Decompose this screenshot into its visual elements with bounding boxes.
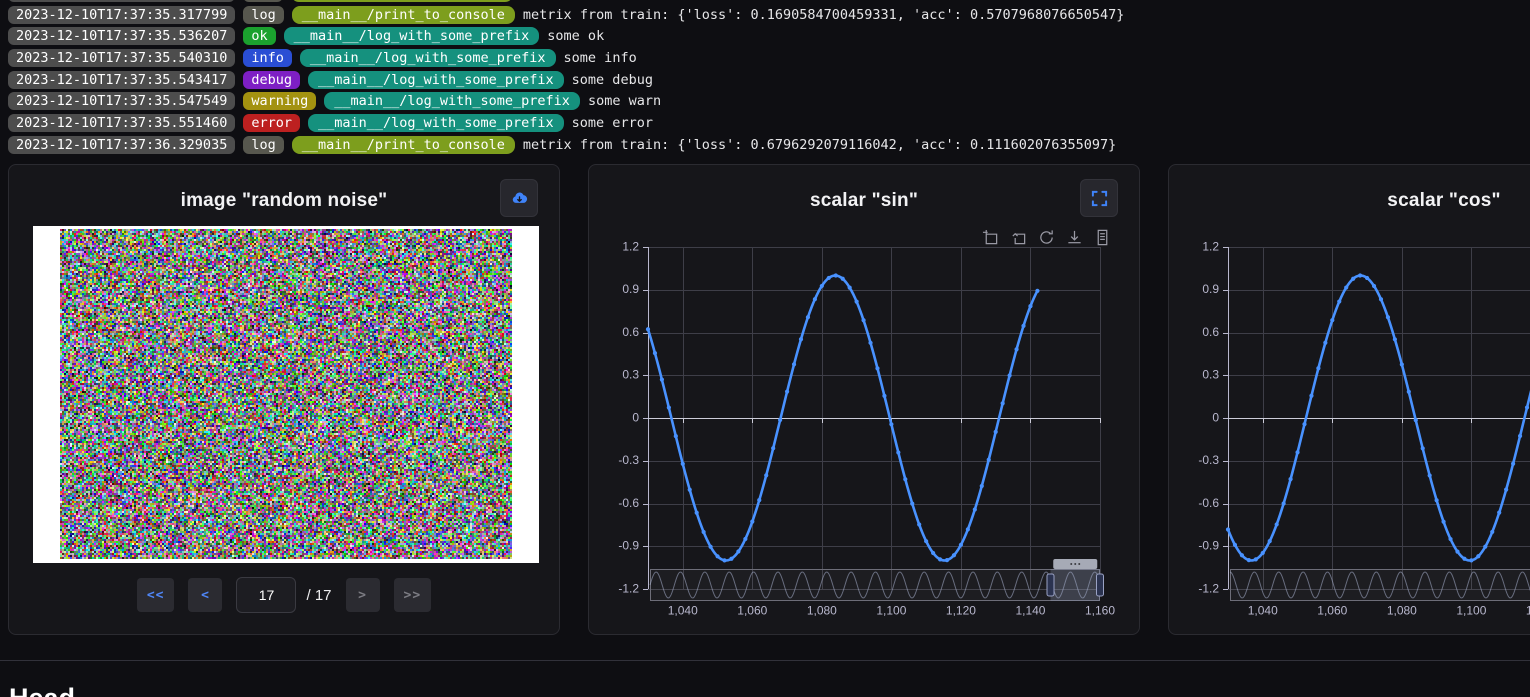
page-last-button[interactable]: >> (394, 578, 432, 612)
sin-chart-canvas[interactable] (589, 217, 1141, 636)
page-total-label: / 17 (306, 587, 331, 604)
cloud-download-button[interactable] (500, 179, 538, 217)
page-prev-button[interactable]: < (188, 578, 222, 612)
noise-image (60, 229, 512, 559)
log-prefix-badge: __main__/log_with_some_prefix (284, 27, 540, 45)
data-view-icon[interactable] (1094, 229, 1111, 246)
log-row: 2023-12-10T17:37:35.536207 ok __main__/log… (8, 25, 1530, 47)
log-level-badge: debug (243, 71, 300, 89)
image-figure (33, 226, 539, 563)
sin-chart-toolbox (982, 229, 1111, 246)
sin-fullscreen-button[interactable] (1080, 179, 1118, 217)
log-prefix-badge (291, 0, 513, 2)
log-level-badge: ok (243, 27, 275, 45)
log-message: metrix from train: {'loss': 0.1690584700… (523, 7, 1124, 23)
log-level-badge: error (243, 114, 300, 132)
log-message: some error (572, 115, 653, 131)
fullscreen-icon (1091, 190, 1108, 207)
restore-icon[interactable] (1038, 229, 1055, 246)
bottom-heading: Head (9, 683, 75, 697)
box-zoom-icon[interactable] (982, 229, 999, 246)
log-row: 2023-12-10T17:37:35.547549 warning __main_… (8, 90, 1530, 112)
image-card: image "random noise" << < / 17 > >> (8, 164, 560, 635)
log-timestamp: 2023-12-10T17:37:35.547549 (8, 92, 235, 110)
log-timestamp: 2023-12-10T17:37:35.540310 (8, 49, 235, 67)
zoom-back-icon[interactable] (1010, 229, 1027, 246)
log-timestamp: 2023-12-10T17:37:35.536207 (8, 27, 235, 45)
sin-card-title: scalar "sin" (810, 190, 918, 212)
log-prefix-badge: __main__/log_with_some_prefix (308, 71, 564, 89)
log-row: 2023-12-10T17:37:35.543417 debug __main__/… (8, 69, 1530, 91)
page-first-button[interactable]: << (137, 578, 175, 612)
cloud-download-icon (511, 190, 528, 207)
log-timestamp: 2023-12-10T17:37:35.543417 (8, 71, 235, 89)
log-level-badge: info (243, 49, 292, 67)
log-message: some debug (572, 72, 653, 88)
log-prefix-badge: __main__/log_with_some_prefix (324, 92, 580, 110)
log-row: 2023-12-10T17:37:35.551460 error __main__/… (8, 112, 1530, 134)
log-row: 2023-12-10T17:37:35.317799 log __main__/pr… (8, 4, 1530, 26)
section-divider (0, 660, 1530, 661)
log-level-badge: log (243, 6, 283, 24)
save-image-icon[interactable] (1066, 229, 1083, 246)
log-level-badge (243, 0, 283, 2)
log-prefix-badge: __main__/print_to_console (292, 6, 515, 24)
cards-row: image "random noise" << < / 17 > >> scal… (8, 164, 1530, 635)
log-timestamp (8, 0, 235, 2)
image-pagination: << < / 17 > >> (9, 577, 559, 613)
log-list: 2023-12-10T17:37:35.317799 log __main__/pr… (8, 0, 1530, 156)
log-level-badge: warning (243, 92, 316, 110)
log-timestamp: 2023-12-10T17:37:35.551460 (8, 114, 235, 132)
log-level-badge: log (243, 136, 283, 154)
log-timestamp: 2023-12-10T17:37:35.317799 (8, 6, 235, 24)
log-message: some info (564, 50, 637, 66)
log-row: 2023-12-10T17:37:36.329035 log __main__/pr… (8, 134, 1530, 156)
log-prefix-badge: __main__/log_with_some_prefix (308, 114, 564, 132)
log-timestamp: 2023-12-10T17:37:36.329035 (8, 136, 235, 154)
log-prefix-badge: __main__/log_with_some_prefix (300, 49, 556, 67)
page-number-input[interactable] (236, 577, 296, 613)
log-message: metrix from train: {'loss': 0.6796292079… (523, 137, 1116, 153)
log-prefix-badge: __main__/print_to_console (292, 136, 515, 154)
log-message: some ok (547, 28, 604, 44)
sin-chart-card: scalar "sin" (588, 164, 1140, 635)
cos-chart-canvas[interactable] (1169, 217, 1530, 636)
log-message: some warn (588, 93, 661, 109)
cos-chart-card: scalar "cos" (1168, 164, 1530, 635)
log-row: 2023-12-10T17:37:35.540310 info __main__/l… (8, 47, 1530, 69)
image-card-title: image "random noise" (181, 190, 388, 212)
cos-card-title: scalar "cos" (1387, 190, 1500, 212)
page-next-button[interactable]: > (346, 578, 380, 612)
